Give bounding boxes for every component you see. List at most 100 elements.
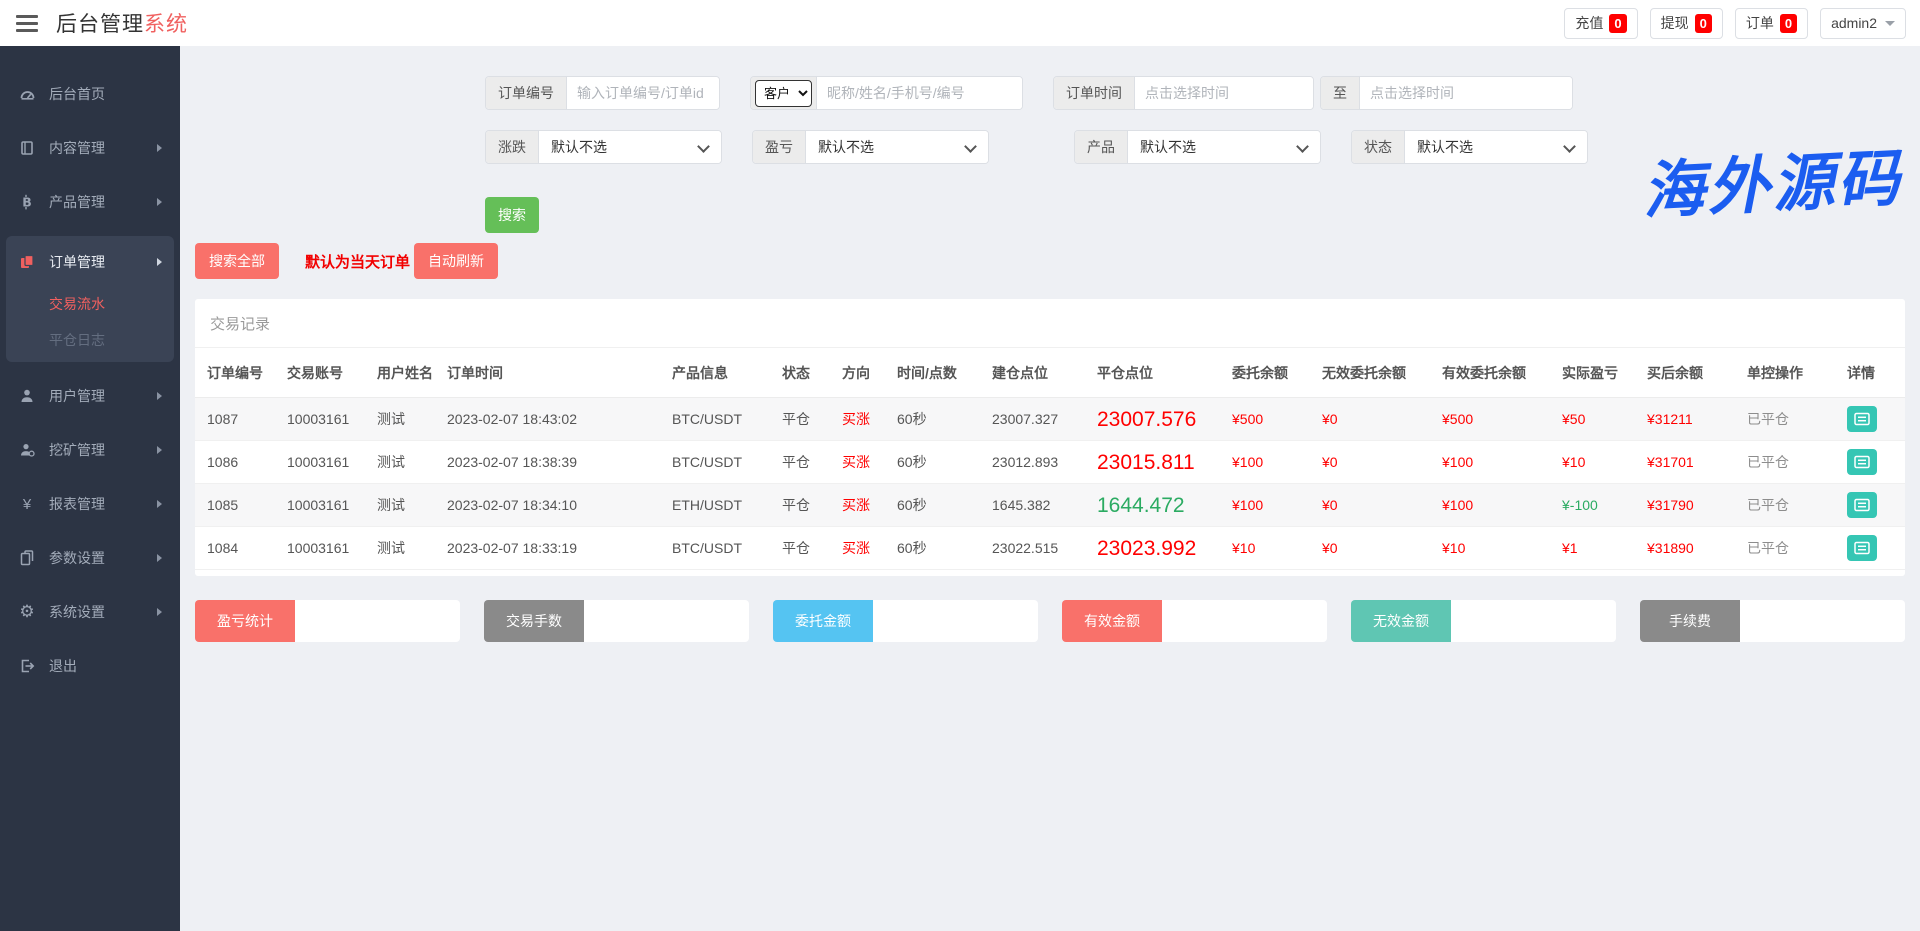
yen-icon: ¥ [18, 496, 36, 513]
col-balance: 买后余额 [1643, 348, 1743, 398]
search-all-button[interactable]: 搜索全部 [195, 243, 279, 279]
miner-icon [18, 442, 36, 458]
stat-invalid-amount: 无效金额 [1351, 600, 1616, 642]
col-profit: 实际盈亏 [1558, 348, 1643, 398]
sidebar-item-content[interactable]: 内容管理 [0, 128, 180, 168]
chevron-right-icon [157, 446, 162, 454]
col-valid: 有效委托余额 [1438, 348, 1558, 398]
trade-records-table: 订单编号 交易账号 用户姓名 订单时间 产品信息 状态 方向 时间/点数 建仓点… [195, 348, 1905, 570]
summary-stats: 盈亏统计 交易手数 委托金额 有效金额 无效金额 手续费 [195, 600, 1905, 642]
customer-filter: 客户 [750, 76, 1023, 110]
sidebar-item-system-settings[interactable]: ⚙ 系统设置 [0, 592, 180, 632]
panel-title: 交易记录 [195, 299, 1905, 348]
orders-label: 订单 [1746, 13, 1774, 33]
sidebar-item-products[interactable]: B 产品管理 [0, 182, 180, 222]
col-product: 产品信息 [668, 348, 778, 398]
end-time-input[interactable] [1360, 77, 1572, 109]
detail-button[interactable] [1847, 449, 1877, 475]
filter-form: 订单编号 客户 订单时间 [195, 46, 1905, 164]
sidebar: 后台首页 内容管理 B 产品管理 订单管理 交易流水 [0, 46, 180, 931]
svg-text:B: B [22, 195, 32, 210]
customer-type-select[interactable]: 客户 [755, 80, 812, 107]
detail-button[interactable] [1847, 406, 1877, 432]
col-close: 平仓点位 [1093, 348, 1228, 398]
stat-valid-amount: 有效金额 [1062, 600, 1327, 642]
sidebar-item-dashboard[interactable]: 后台首页 [0, 74, 180, 114]
default-today-note: 默认为当天订单 [305, 251, 410, 272]
col-detail: 详情 [1843, 348, 1905, 398]
logout-icon [18, 658, 36, 674]
chevron-right-icon [157, 608, 162, 616]
updown-filter: 涨跌 默认不选 [485, 130, 722, 164]
withdraw-label: 提现 [1661, 13, 1689, 33]
col-account: 交易账号 [283, 348, 373, 398]
sidebar-item-users[interactable]: 用户管理 [0, 376, 180, 416]
trade-records-panel: 交易记录 订单编号 交易账号 用户姓名 订单时间 产品信息 状态 [195, 299, 1905, 576]
chevron-down-icon [1885, 21, 1895, 26]
to-label: 至 [1321, 77, 1360, 109]
app-title: 后台管理系统 [56, 8, 188, 38]
sidebar-item-order-management[interactable]: 订单管理 [6, 242, 174, 282]
sidebar-item-logout[interactable]: 退出 [0, 646, 180, 686]
sidebar-label: 产品管理 [49, 192, 157, 212]
chevron-right-icon [157, 258, 162, 266]
pnl-filter: 盈亏 默认不选 [752, 130, 989, 164]
sidebar-label: 后台首页 [49, 84, 162, 104]
status-filter: 状态 默认不选 [1351, 130, 1588, 164]
top-header: 后台管理系统 充值 0 提现 0 订单 0 admin2 [0, 0, 1920, 46]
updown-label: 涨跌 [486, 131, 539, 163]
col-duration: 时间/点数 [893, 348, 988, 398]
orders-count-badge: 0 [1780, 14, 1797, 33]
username: admin2 [1831, 15, 1877, 31]
order-id-input[interactable] [567, 77, 719, 109]
col-status: 状态 [778, 348, 838, 398]
sidebar-group-orders: 订单管理 交易流水 平仓日志 [6, 236, 174, 362]
chevron-right-icon [157, 198, 162, 206]
recharge-count-badge: 0 [1609, 14, 1626, 33]
chevron-right-icon [157, 392, 162, 400]
col-order-no: 订单编号 [195, 348, 283, 398]
sidebar-label: 退出 [49, 656, 162, 676]
hamburger-menu-icon[interactable] [14, 11, 40, 36]
sidebar-label: 内容管理 [49, 138, 157, 158]
document-icon [18, 550, 36, 566]
status-select[interactable]: 默认不选 [1405, 131, 1587, 163]
product-filter: 产品 默认不选 [1074, 130, 1321, 164]
search-button[interactable]: 搜索 [485, 197, 539, 233]
user-menu[interactable]: admin2 [1820, 8, 1906, 39]
detail-button[interactable] [1847, 535, 1877, 561]
recharge-label: 充值 [1575, 13, 1603, 33]
auto-refresh-button[interactable]: 自动刷新 [414, 243, 498, 279]
chevron-right-icon [157, 554, 162, 562]
user-icon [18, 388, 36, 404]
start-time-input[interactable] [1135, 77, 1313, 109]
app-title-prefix: 后台管理 [56, 13, 144, 36]
bitcoin-icon: B [18, 194, 36, 210]
sidebar-subitem-trade-flow[interactable]: 交易流水 [6, 286, 174, 322]
detail-button[interactable] [1847, 492, 1877, 518]
sidebar-label: 用户管理 [49, 386, 157, 406]
customer-keyword-input[interactable] [817, 77, 1022, 109]
order-time-label: 订单时间 [1054, 77, 1135, 109]
sidebar-item-mining[interactable]: 挖矿管理 [0, 430, 180, 470]
table-row: 1084 10003161 测试 2023-02-07 18:33:19 BTC… [195, 527, 1905, 570]
updown-select[interactable]: 默认不选 [539, 131, 721, 163]
sidebar-item-reports[interactable]: ¥ 报表管理 [0, 484, 180, 524]
col-open: 建仓点位 [988, 348, 1093, 398]
order-id-label: 订单编号 [486, 77, 567, 109]
withdraw-button[interactable]: 提现 0 [1650, 8, 1723, 39]
sidebar-item-parameters[interactable]: 参数设置 [0, 538, 180, 578]
recharge-button[interactable]: 充值 0 [1564, 8, 1637, 39]
order-time-filter: 订单时间 至 [1053, 76, 1573, 110]
sidebar-label: 报表管理 [49, 494, 157, 514]
table-row: 1086 10003161 测试 2023-02-07 18:38:39 BTC… [195, 441, 1905, 484]
stat-trade-lots: 交易手数 [484, 600, 749, 642]
col-direction: 方向 [838, 348, 893, 398]
col-name: 用户姓名 [373, 348, 443, 398]
orders-copy-icon [18, 254, 36, 270]
pnl-select[interactable]: 默认不选 [806, 131, 988, 163]
table-row: 1087 10003161 测试 2023-02-07 18:43:02 BTC… [195, 398, 1905, 441]
orders-button[interactable]: 订单 0 [1735, 8, 1808, 39]
sidebar-subitem-close-log[interactable]: 平仓日志 [6, 322, 174, 358]
product-select[interactable]: 默认不选 [1128, 131, 1320, 163]
